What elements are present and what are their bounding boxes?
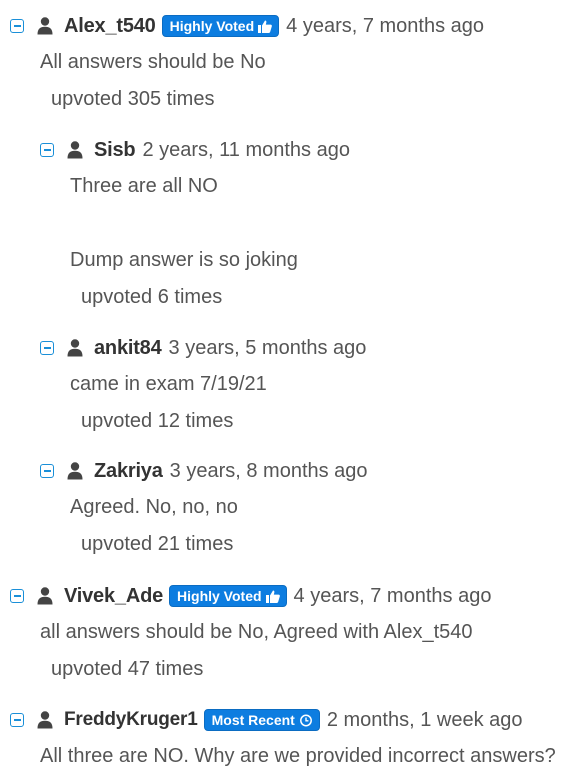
upvote-count: upvoted 21 times <box>81 533 234 555</box>
comment-time: 2 months, 1 week ago <box>326 708 523 731</box>
collapse-toggle-icon[interactable] <box>10 589 24 603</box>
comment-content: All three are NO. Why are we provided in… <box>40 745 556 767</box>
comment: FreddyKruger1 Most Recent 2 months, 1 we… <box>10 707 564 767</box>
comment-header: Zakriya 3 years, 8 months ago <box>40 458 564 484</box>
user-icon <box>37 17 53 35</box>
badge-label: Highly Voted <box>169 18 255 34</box>
comment-header: Sisb 2 years, 11 months ago <box>40 137 564 163</box>
username[interactable]: ankit84 <box>94 337 162 360</box>
highly-voted-badge: Highly Voted <box>169 585 287 607</box>
collapse-toggle-icon[interactable] <box>10 713 24 727</box>
comment-header: Vivek_Ade Highly Voted 4 years, 7 months… <box>10 583 564 609</box>
username[interactable]: Sisb <box>94 139 136 162</box>
badge-label: Highly Voted <box>177 588 262 604</box>
comment-content-line: Three are all NO <box>70 175 218 197</box>
user-icon <box>67 462 83 480</box>
upvote-count: upvoted 6 times <box>81 286 223 308</box>
collapse-toggle-icon[interactable] <box>40 341 54 355</box>
reply-comment: Sisb 2 years, 11 months ago Three are al… <box>40 137 564 310</box>
discussion-thread: Alex_t540 Highly Voted 4 years, 7 months… <box>0 0 564 767</box>
comment-header: FreddyKruger1 Most Recent 2 months, 1 we… <box>10 707 564 733</box>
comment-header: Alex_t540 Highly Voted 4 years, 7 months… <box>10 13 564 39</box>
comment-content: all answers should be No, Agreed with Al… <box>40 621 473 643</box>
comment-time: 4 years, 7 months ago <box>293 584 492 607</box>
upvote-count: upvoted 305 times <box>51 88 215 110</box>
username[interactable]: FreddyKruger1 <box>64 709 198 731</box>
comment-content: All answers should be No <box>40 51 266 73</box>
comment: Alex_t540 Highly Voted 4 years, 7 months… <box>10 13 564 112</box>
comment: Vivek_Ade Highly Voted 4 years, 7 months… <box>10 583 564 682</box>
reply-comment: ankit84 3 years, 5 months ago came in ex… <box>40 335 564 434</box>
collapse-toggle-icon[interactable] <box>40 143 54 157</box>
most-recent-badge: Most Recent <box>203 709 320 731</box>
comment-time: 3 years, 5 months ago <box>168 336 367 359</box>
username[interactable]: Zakriya <box>94 460 163 483</box>
comment-time: 3 years, 8 months ago <box>169 459 368 482</box>
comment-header: ankit84 3 years, 5 months ago <box>40 335 564 361</box>
upvote-count: upvoted 12 times <box>81 410 234 432</box>
username[interactable]: Vivek_Ade <box>64 585 163 608</box>
collapse-toggle-icon[interactable] <box>40 464 54 478</box>
badge-label: Most Recent <box>211 712 295 728</box>
user-icon <box>37 711 53 729</box>
comment-content: came in exam 7/19/21 <box>70 373 267 395</box>
comment-time: 4 years, 7 months ago <box>286 14 485 37</box>
thumbs-up-icon <box>258 20 273 33</box>
comment-content-line: Dump answer is so joking <box>70 249 298 271</box>
highly-voted-badge: Highly Voted <box>161 15 280 37</box>
user-icon <box>37 587 53 605</box>
upvote-count: upvoted 47 times <box>51 658 204 680</box>
comment-content: Agreed. No, no, no <box>70 496 238 518</box>
clock-icon <box>299 714 313 727</box>
thumbs-up-icon <box>265 590 280 603</box>
reply-comment: Zakriya 3 years, 8 months ago Agreed. No… <box>40 458 564 557</box>
comment-time: 2 years, 11 months ago <box>142 138 350 161</box>
user-icon <box>67 141 83 159</box>
collapse-toggle-icon[interactable] <box>10 19 24 33</box>
username[interactable]: Alex_t540 <box>64 15 156 38</box>
user-icon <box>67 339 83 357</box>
